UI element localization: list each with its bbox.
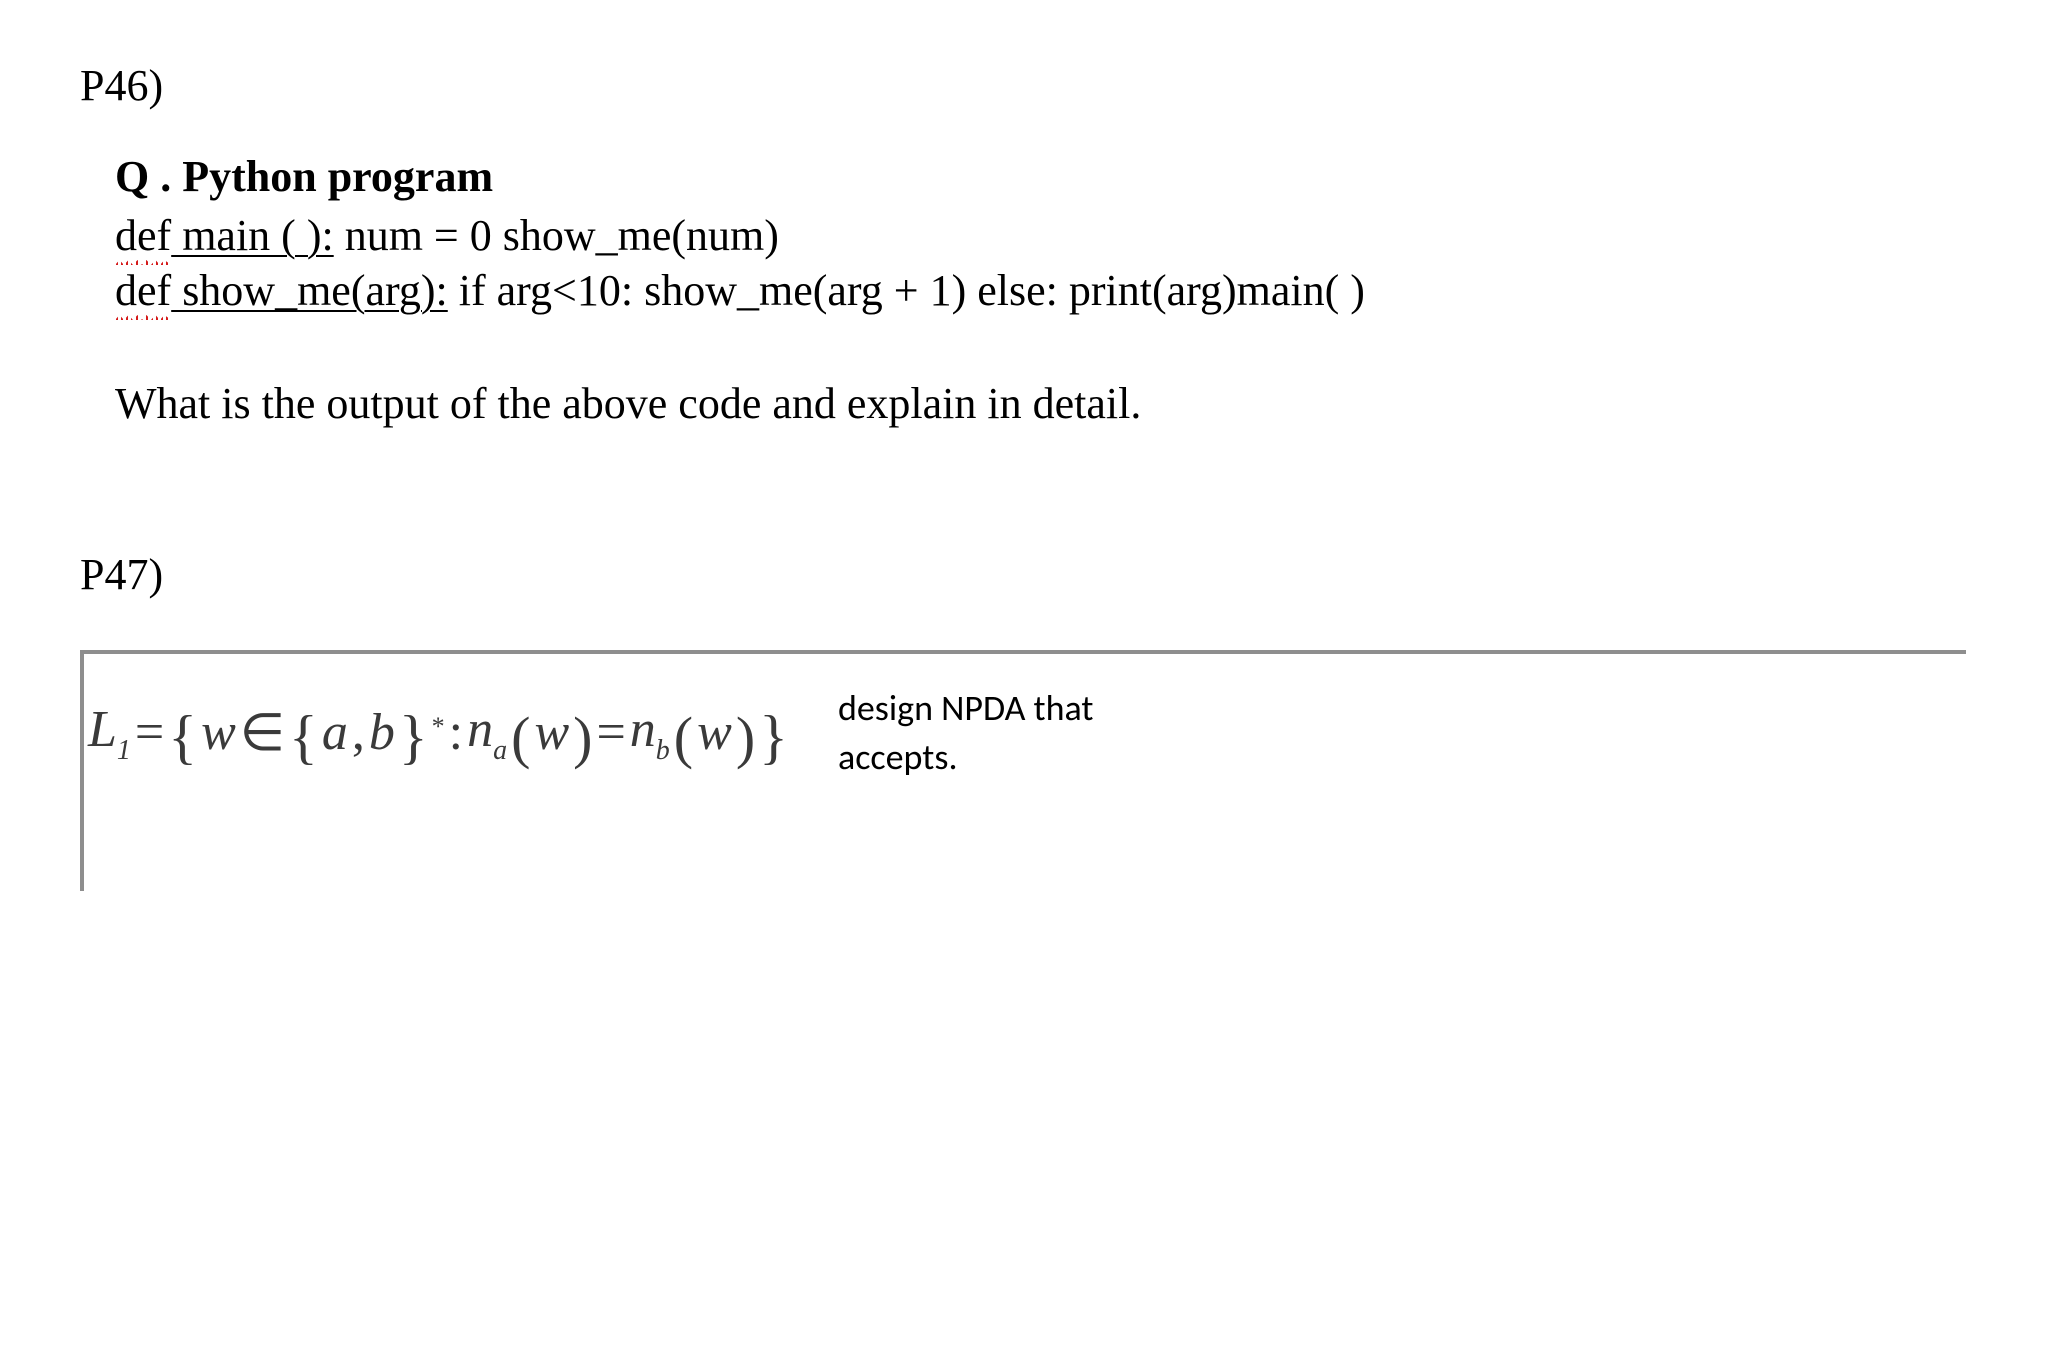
code-line-2: def show_me(arg): if arg<10: show_me(arg… xyxy=(115,263,1966,318)
code-line-1: def main ( ): num = 0 show_me(num) xyxy=(115,208,1966,263)
eq-na: na xyxy=(467,700,507,765)
def-keyword-1: def xyxy=(115,208,171,263)
language-definition-equation: L1 = { w ∈ { a,b }* : na (w) = nb (w) } xyxy=(84,700,788,765)
code-line-1-tail: num = 0 show_me(num) xyxy=(334,211,779,260)
npda-line-1: design NPDA that xyxy=(838,684,1094,733)
eq-star: * xyxy=(432,712,445,742)
code-line-2-defpart: show_me(arg): xyxy=(171,266,448,315)
p47-equation-block: L1 = { w ∈ { a,b }* : na (w) = nb (w) } … xyxy=(80,650,1966,891)
eq-in: ∈ xyxy=(240,703,285,763)
eq-a: a xyxy=(322,703,348,762)
eq-b: b xyxy=(369,703,395,762)
code-line-2-tail: if arg<10: show_me(arg + 1) else: print(… xyxy=(448,266,1365,315)
eq-w: w xyxy=(201,703,236,762)
npda-instruction: design NPDA that accepts. xyxy=(838,684,1094,781)
npda-line-2: accepts. xyxy=(838,733,1094,782)
eq-comma: , xyxy=(352,703,365,762)
question-label: Q xyxy=(115,152,149,201)
problem-label-p46: P46) xyxy=(80,60,1966,111)
document-page: P46) Q . Python program def main ( ): nu… xyxy=(0,0,2046,1360)
eq-mid-equals: = xyxy=(596,703,625,762)
eq-L: L1 xyxy=(88,700,131,765)
eq-arg2: w xyxy=(697,703,732,762)
question-prompt: What is the output of the above code and… xyxy=(115,378,1966,429)
eq-nb: nb xyxy=(630,700,670,765)
eq-colon: : xyxy=(449,703,463,762)
question-title: . Python program xyxy=(149,152,493,201)
problem-label-p47: P47) xyxy=(80,549,1966,600)
code-line-1-defpart: main ( ): xyxy=(171,211,334,260)
eq-equals: = xyxy=(135,703,164,762)
p46-content: Q . Python program def main ( ): num = 0… xyxy=(115,151,1966,429)
question-heading: Q . Python program xyxy=(115,151,1966,202)
def-keyword-2: def xyxy=(115,263,171,318)
eq-arg1: w xyxy=(534,703,569,762)
